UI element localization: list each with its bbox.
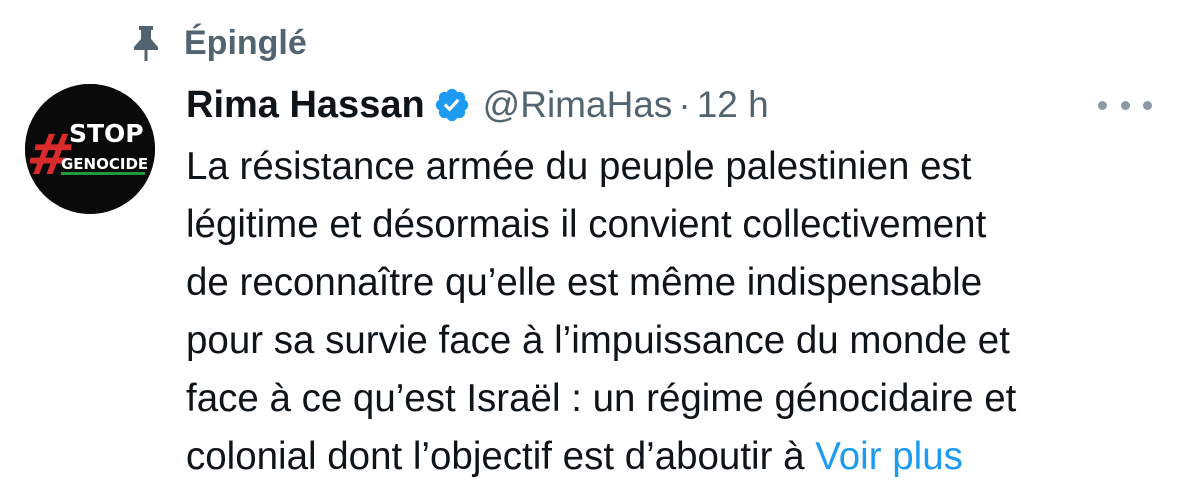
separator-dot: · [678,84,691,125]
verified-badge-icon [433,86,471,124]
avatar[interactable]: # STOP GENOCIDE [25,84,155,214]
pinned-indicator: Épinglé [128,18,307,68]
tweet-text-last-line: colonial dont l’objectif est d’aboutir à… [186,428,1161,486]
more-options-icon[interactable] [1098,90,1152,120]
author-handle[interactable]: @RimaHas [483,84,673,126]
tweet-text-line: légitime et désormais il convient collec… [186,203,987,246]
see-more-link[interactable]: Voir plus [815,435,963,478]
tweet-text-line: colonial dont l’objectif est d’aboutir à [186,435,816,478]
tweet-text-line: La résistance armée du peuple palestinie… [186,145,972,188]
tweet-text-line: face à ce qu’est Israël : un régime géno… [186,377,1017,420]
more-dot [1143,100,1152,110]
more-dot [1098,100,1107,110]
author-name[interactable]: Rima Hassan [186,84,425,127]
tweet-text-line: de reconnaître qu’elle est même indispen… [186,261,983,304]
pinned-label: Épinglé [184,23,307,62]
pin-icon [128,23,164,63]
avatar-genocide: GENOCIDE [61,155,148,173]
tweet-timestamp[interactable]: 12 h [697,84,769,126]
tweet-text-line: pour sa survie face à l’impuissance du m… [186,319,1010,362]
avatar-stop: STOP [69,119,144,148]
more-dot [1120,100,1130,110]
tweet-header: Rima Hassan @RimaHas · 12 h [186,78,769,132]
tweet-text: La résistance armée du peuple palestinie… [186,138,1161,486]
